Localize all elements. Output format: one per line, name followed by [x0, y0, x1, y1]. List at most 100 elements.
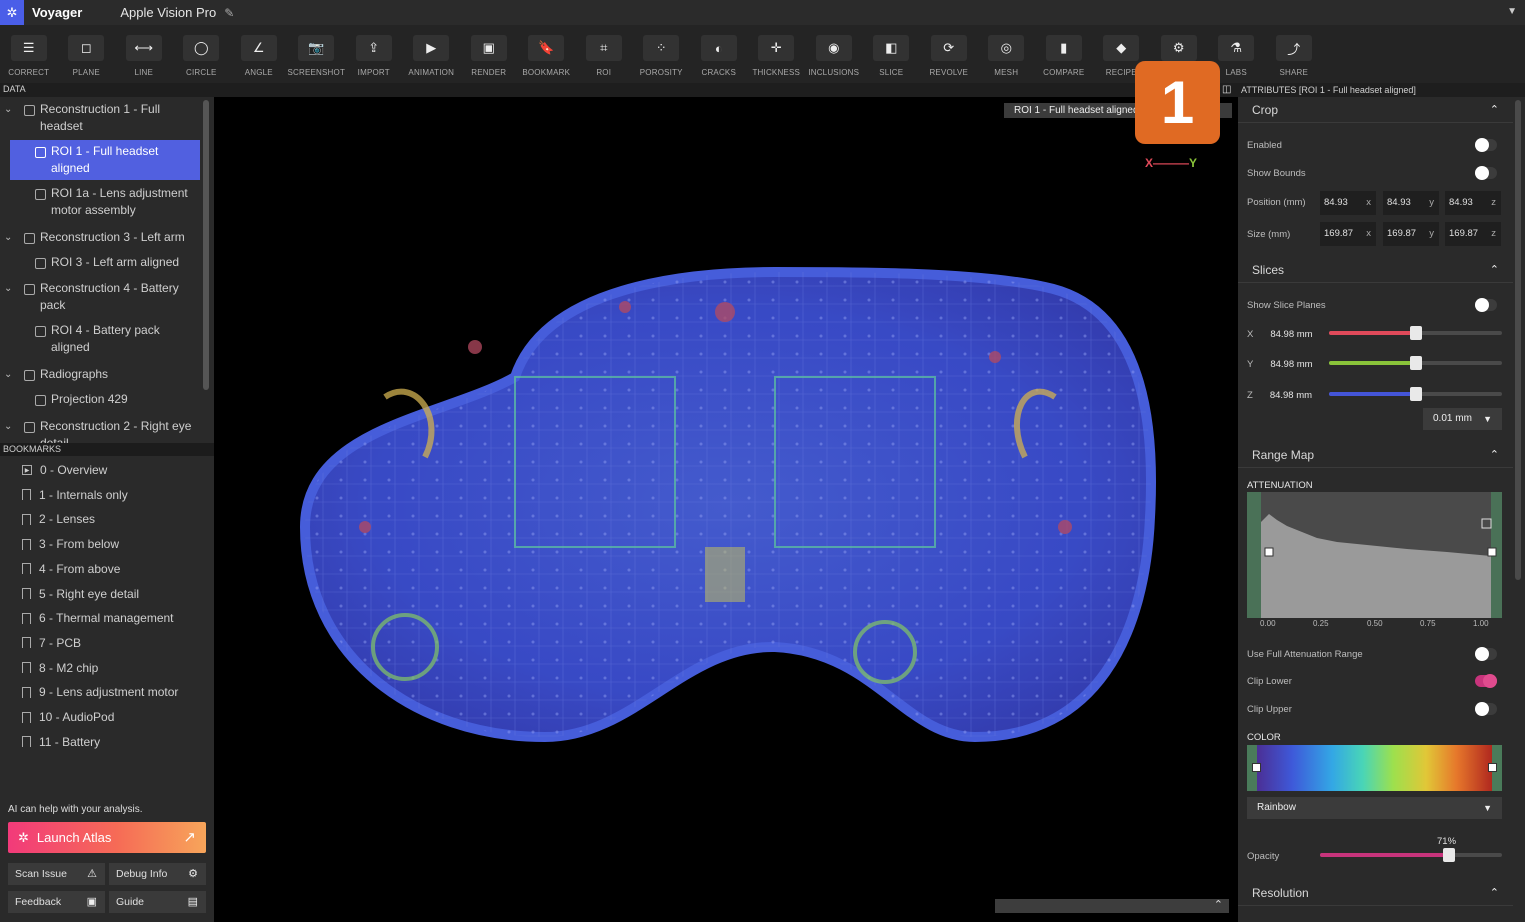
chevron-down-icon[interactable]: ⌄	[4, 366, 12, 383]
bookmark-item[interactable]: 8 - M2 chip	[22, 661, 98, 675]
chevron-down-icon[interactable]: ⌄	[4, 418, 12, 435]
chevron-up-icon[interactable]: ⌃	[1214, 898, 1223, 911]
size-y-field[interactable]: 169.87 y	[1383, 222, 1439, 246]
axis-gizmo[interactable]: X———Y	[1145, 156, 1197, 170]
tree-item-recon-1[interactable]: ⌄ Reconstruction 1 - Full headset	[4, 101, 190, 135]
crop-group-header[interactable]: Crop ⌃	[1238, 97, 1513, 123]
guide-button[interactable]: Guide ▤	[109, 891, 206, 913]
show-slice-planes-toggle[interactable]	[1475, 298, 1497, 312]
attributes-scrollbar[interactable]	[1515, 100, 1521, 580]
opacity-knob[interactable]	[1443, 848, 1456, 862]
tree-item-projection[interactable]: Projection 429	[35, 391, 201, 408]
size-x-field[interactable]: 169.87 x	[1320, 222, 1376, 246]
chevron-up-icon[interactable]: ⌃	[1490, 880, 1499, 906]
clip-lower-toggle[interactable]	[1475, 674, 1497, 688]
bookmark-item[interactable]: 1 - Internals only	[22, 488, 128, 502]
toolbar-bookmark-button[interactable]: 🔖 BOOKMARK	[518, 25, 576, 83]
attenuation-histogram[interactable]	[1247, 492, 1502, 618]
tree-item-roi-1[interactable]: ROI 1 - Full headset aligned	[35, 143, 191, 177]
3d-viewport[interactable]	[215, 97, 1236, 922]
slice-y-slider[interactable]	[1329, 356, 1502, 370]
tree-item-recon-3[interactable]: ⌄ Reconstruction 3 - Left arm	[4, 229, 200, 246]
scan-issue-button[interactable]: Scan Issue ⚠	[8, 863, 105, 885]
bookmark-item[interactable]: 2 - Lenses	[22, 512, 95, 526]
size-z-field[interactable]: 169.87 z	[1445, 222, 1501, 246]
toolbar-compare-button[interactable]: ▮ COMPARE	[1035, 25, 1093, 83]
edit-pencil-icon[interactable]: ✎	[224, 6, 234, 20]
toolbar-screenshot-button[interactable]: 📷 SCREENSHOT	[287, 25, 346, 83]
chevron-down-icon[interactable]: ⌄	[4, 280, 12, 297]
toolbar-import-button[interactable]: ⇪ IMPORT	[345, 25, 403, 83]
resolution-group-header[interactable]: Resolution ⌃	[1238, 880, 1513, 906]
slice-z-knob[interactable]	[1409, 387, 1422, 401]
launch-atlas-button[interactable]: ✲ Launch Atlas ↗	[8, 822, 206, 853]
bookmark-item[interactable]: 6 - Thermal management	[22, 611, 174, 625]
toolbar-roi-button[interactable]: ⌗ ROI	[575, 25, 633, 83]
toolbar-render-button[interactable]: ▣ RENDER	[460, 25, 518, 83]
colormap-high-handle[interactable]	[1488, 763, 1497, 772]
feedback-button[interactable]: Feedback ▣	[8, 891, 105, 913]
chevron-up-icon[interactable]: ⌃	[1490, 97, 1499, 123]
tree-item-recon-2[interactable]: ⌄ Reconstruction 2 - Right eye detail	[4, 418, 200, 443]
toolbar-porosity-button[interactable]: ⁘ POROSITY	[633, 25, 691, 83]
tree-item-radiographs[interactable]: ⌄ Radiographs	[4, 366, 190, 383]
enabled-toggle[interactable]	[1475, 138, 1497, 152]
toolbar-share-button[interactable]: ⤴ SHARE	[1265, 25, 1323, 83]
range-map-group-header[interactable]: Range Map ⌃	[1238, 442, 1513, 468]
chevron-down-icon[interactable]: ⌄	[4, 229, 12, 246]
voyager-logo-icon[interactable]: ✲	[0, 0, 24, 25]
colormap-bar[interactable]	[1247, 745, 1502, 791]
show-bounds-toggle[interactable]	[1475, 166, 1497, 180]
position-x-field[interactable]: 84.93 x	[1320, 191, 1376, 215]
toolbar-mesh-button[interactable]: ◎ MESH	[978, 25, 1036, 83]
toolbar-revolve-button[interactable]: ⟳ REVOLVE	[920, 25, 978, 83]
panel-layout-icon[interactable]: ◫	[1222, 84, 1231, 95]
slice-step-select[interactable]: 0.01 mm ▼	[1423, 408, 1502, 430]
toolbar-cracks-button[interactable]: ◐ CRACKS	[690, 25, 748, 83]
toolbar-line-button[interactable]: ⟷ LINE	[115, 25, 173, 83]
bookmark-item[interactable]: 9 - Lens adjustment motor	[22, 685, 178, 699]
position-y-field[interactable]: 84.93 y	[1383, 191, 1439, 215]
bookmark-label: 9 - Lens adjustment motor	[39, 685, 179, 700]
tree-item-roi-3[interactable]: ROI 3 - Left arm aligned	[35, 254, 201, 271]
colormap-select[interactable]: Rainbow ▼	[1247, 797, 1502, 819]
toolbar-inclusions-button[interactable]: ◉ INCLUSIONS	[805, 25, 863, 83]
slice-y-knob[interactable]	[1409, 356, 1422, 370]
toolbar-correct-button[interactable]: ☰ CORRECT	[0, 25, 58, 83]
chevron-down-icon[interactable]: ⌄	[4, 101, 12, 118]
bookmark-item[interactable]: 11 - Battery	[22, 735, 100, 749]
tree-scrollbar[interactable]	[203, 100, 209, 390]
bookmark-item[interactable]: ▶ 0 - Overview	[22, 463, 107, 477]
toolbar-thickness-button[interactable]: ✛ THICKNESS	[748, 25, 806, 83]
clip-upper-toggle[interactable]	[1475, 702, 1497, 716]
toolbar-animation-button[interactable]: ▶ ANIMATION	[403, 25, 461, 83]
toolbar-circle-button[interactable]: ◯ CIRCLE	[173, 25, 231, 83]
chevron-up-icon[interactable]: ⌃	[1490, 442, 1499, 468]
slices-group-header[interactable]: Slices ⌃	[1238, 257, 1513, 283]
ct-volume-render[interactable]	[215, 97, 1236, 922]
chevron-down-icon[interactable]: ▼	[1507, 6, 1517, 17]
bookmark-item[interactable]: 10 - AudioPod	[22, 710, 114, 724]
bookmark-item[interactable]: 3 - From below	[22, 537, 119, 551]
chevron-up-icon[interactable]: ⌃	[1490, 257, 1499, 283]
slice-z-slider[interactable]	[1329, 387, 1502, 401]
tree-item-roi-4[interactable]: ROI 4 - Battery pack aligned	[35, 322, 181, 356]
tick-label: 1.00	[1473, 619, 1489, 628]
tree-item-recon-4[interactable]: ⌄ Reconstruction 4 - Battery pack	[4, 280, 190, 314]
bookmark-item[interactable]: 7 - PCB	[22, 636, 81, 650]
bookmark-item[interactable]: 5 - Right eye detail	[22, 587, 139, 601]
project-name[interactable]: Apple Vision Pro	[120, 5, 216, 20]
toolbar-slice-button[interactable]: ◧ SLICE	[863, 25, 921, 83]
toolbar-plane-button[interactable]: ◻ PLANE	[58, 25, 116, 83]
opacity-slider[interactable]	[1320, 848, 1502, 862]
bookmark-item[interactable]: 4 - From above	[22, 562, 120, 576]
toolbar-angle-button[interactable]: ∠ ANGLE	[230, 25, 288, 83]
debug-info-button[interactable]: Debug Info ⚙	[109, 863, 206, 885]
viewport-horizontal-scrollbar[interactable]: ⌃	[995, 899, 1229, 913]
position-z-field[interactable]: 84.93 z	[1445, 191, 1501, 215]
slice-x-knob[interactable]	[1409, 326, 1422, 340]
use-full-range-toggle[interactable]	[1475, 647, 1497, 661]
tree-item-roi-1a[interactable]: ROI 1a - Lens adjustment motor assembly	[35, 185, 199, 219]
colormap-low-handle[interactable]	[1252, 763, 1261, 772]
slice-x-slider[interactable]	[1329, 326, 1502, 340]
